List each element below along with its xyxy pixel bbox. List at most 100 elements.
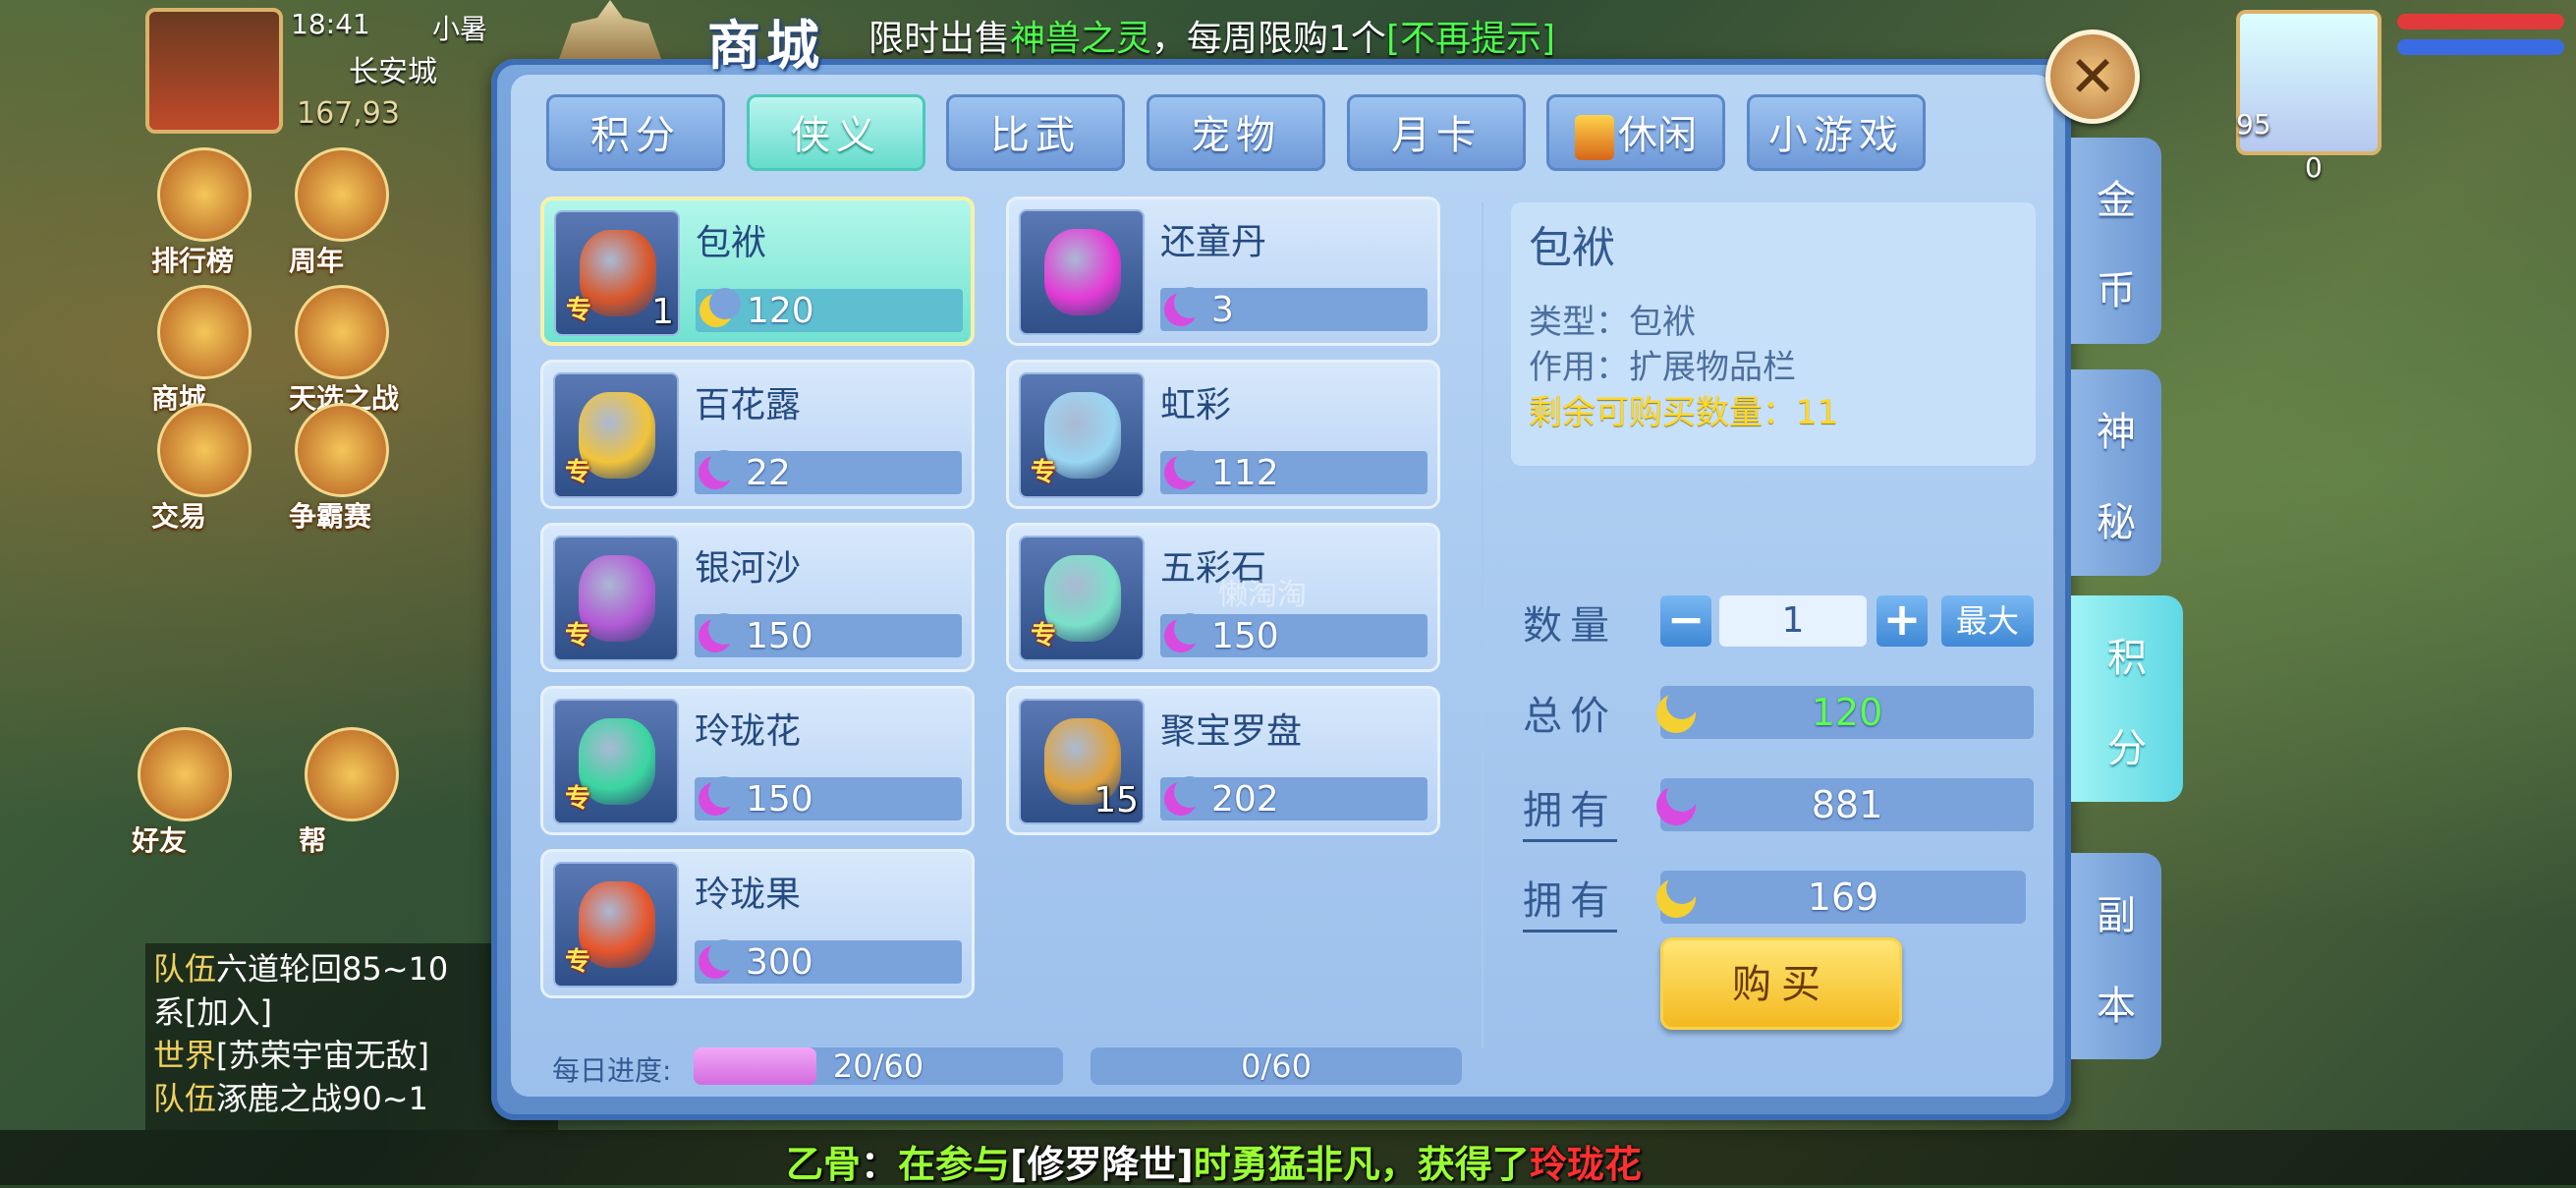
tab-4[interactable]: 月卡 — [1347, 94, 1526, 171]
hud-icon-4[interactable] — [157, 403, 252, 497]
notice-prefix: 限时出售 — [868, 19, 1011, 59]
broadcast-event: [修罗降世] — [1010, 1143, 1194, 1186]
pink-moon-icon — [1164, 613, 1205, 652]
chat-text: 六道轮回85~10 — [216, 950, 449, 988]
item-thumbnail: 专1 — [554, 210, 680, 336]
owned-gold-label: 拥有 — [1523, 869, 1617, 933]
watermark: 懒淘淘 — [1218, 578, 1307, 612]
item-price-bar: 300 — [695, 939, 962, 984]
item-thumbnail: 专 — [1019, 536, 1145, 661]
side-tab-label: 金币 — [2097, 178, 2136, 313]
item-card[interactable]: 15 聚宝罗盘 202 — [1006, 686, 1440, 835]
pink-moon-icon — [1164, 776, 1205, 816]
owned-pink-bar: 881 — [1656, 778, 2034, 831]
tab-3[interactable]: 宠物 — [1147, 94, 1325, 171]
broadcast-player: 乙骨 — [786, 1143, 862, 1186]
quantity-plus-button[interactable]: + — [1876, 595, 1928, 647]
item-thumbnail: 专 — [553, 536, 679, 661]
item-price-bar: 3 — [1160, 287, 1428, 331]
quantity-max-button[interactable]: 最大 — [1941, 595, 2034, 647]
exclusive-tag: 专 — [565, 784, 591, 814]
side-tab-label: 积分 — [2107, 636, 2147, 771]
chat-text: 涿鹿之战90~1 — [216, 1080, 428, 1117]
total-price-value: 120 — [1811, 691, 1883, 734]
tab-6[interactable]: 小游戏 — [1747, 94, 1926, 171]
item-price: 112 — [1211, 453, 1279, 493]
notice-mid: ，每周限购1个 — [1151, 19, 1386, 59]
item-card[interactable]: 专 玲珑果 300 — [540, 849, 975, 998]
daily-progress-bar-2: 0/60 — [1091, 1047, 1462, 1085]
tab-1[interactable]: 侠义 — [747, 94, 925, 171]
quantity-input[interactable]: 1 — [1719, 595, 1867, 647]
hud-icon-label: 排行榜 — [151, 245, 235, 277]
exclusive-tag: 专 — [1031, 458, 1057, 487]
quantity-label: 数量 — [1523, 603, 1617, 649]
side-tab-label: 神秘 — [2097, 410, 2136, 545]
item-price: 120 — [747, 291, 814, 331]
tab-label: 宠物 — [1191, 113, 1281, 158]
item-image — [1044, 229, 1121, 315]
item-card[interactable]: 专 玲珑花 150 — [540, 686, 975, 835]
chat-channel: 世界 — [153, 1037, 217, 1074]
notice-dismiss-link[interactable]: [不再提示] — [1386, 19, 1555, 59]
broadcast-text: 乙骨：在参与[修罗降世]时勇猛非凡，获得了玲珑花 — [786, 1134, 1642, 1188]
side-tab-2[interactable]: 积分 — [2071, 595, 2183, 802]
item-thumbnail: 15 — [1019, 699, 1145, 824]
close-button[interactable]: ✕ — [2045, 29, 2140, 124]
item-name: 玲珑花 — [695, 711, 802, 752]
item-price-bar: 120 — [696, 288, 963, 332]
hud-icon-2[interactable] — [157, 285, 252, 379]
hud-city: 长安城 — [349, 55, 437, 89]
hud-player-name: 小暑 — [432, 13, 488, 45]
tab-0[interactable]: 积分 — [546, 94, 725, 171]
hud-icon-1[interactable] — [295, 147, 389, 242]
item-stack-count: 15 — [1093, 780, 1139, 820]
item-name: 玲珑果 — [695, 875, 802, 915]
tab-label: 侠义 — [791, 113, 881, 158]
hud-icon-5[interactable] — [295, 403, 389, 497]
tab-5[interactable]: 休闲 — [1546, 94, 1725, 171]
item-card[interactable]: 专 1 包袱 120 — [540, 197, 975, 346]
quantity-minus-button[interactable]: − — [1660, 595, 1711, 647]
hud-icon-label: 周年 — [289, 245, 345, 277]
item-name: 银河沙 — [695, 548, 802, 589]
pink-moon-icon — [1164, 287, 1205, 326]
tab-label: 休闲 — [1618, 113, 1697, 158]
item-card[interactable]: 专 百花露 22 — [540, 360, 975, 509]
item-price-bar: 150 — [695, 613, 962, 657]
side-tab-1[interactable]: 神秘 — [2071, 369, 2161, 576]
item-name: 包袱 — [696, 223, 767, 263]
minimap[interactable] — [145, 8, 283, 134]
item-card[interactable]: 专 虹彩 112 — [1006, 360, 1440, 509]
hud-icon-3[interactable] — [295, 285, 389, 379]
side-tab-label: 副本 — [2097, 893, 2136, 1029]
hud-icon-7[interactable] — [305, 727, 399, 821]
chat-text: [苏荣宇宙无敌] — [216, 1037, 429, 1074]
pink-moon-icon — [700, 288, 741, 327]
info-title: 包袱 — [1529, 223, 1615, 273]
hud-icon-0[interactable] — [157, 147, 252, 242]
hp-bar — [2397, 14, 2564, 29]
player-level: 95 — [2236, 108, 2271, 141]
owned-gold-bar: 169 — [1656, 871, 2026, 924]
item-card[interactable]: 还童丹 3 — [1006, 197, 1440, 346]
item-card[interactable]: 专 银河沙 150 — [540, 523, 975, 672]
item-price: 22 — [746, 453, 791, 493]
info-effect: 作用：扩展物品栏 — [1529, 348, 1796, 387]
owned-gold-value: 169 — [1807, 876, 1879, 919]
shop-title: 商城 — [707, 14, 825, 77]
side-tab-0[interactable]: 金币 — [2071, 138, 2161, 344]
pink-moon-icon — [699, 939, 740, 979]
side-tab-3[interactable]: 副本 — [2071, 853, 2161, 1059]
hud-icon-6[interactable] — [138, 727, 232, 821]
item-price: 150 — [746, 616, 813, 656]
chat-text: 系[加入] — [153, 993, 272, 1031]
pink-moon-icon — [699, 776, 740, 816]
item-price: 150 — [1211, 616, 1279, 656]
tab-2[interactable]: 比武 — [946, 94, 1125, 171]
item-thumbnail — [1019, 209, 1145, 335]
buy-button[interactable]: 购买 — [1660, 937, 1902, 1030]
item-price: 150 — [746, 779, 813, 820]
item-thumbnail: 专 — [1019, 372, 1145, 498]
owned-pink-label: 拥有 — [1523, 778, 1617, 842]
